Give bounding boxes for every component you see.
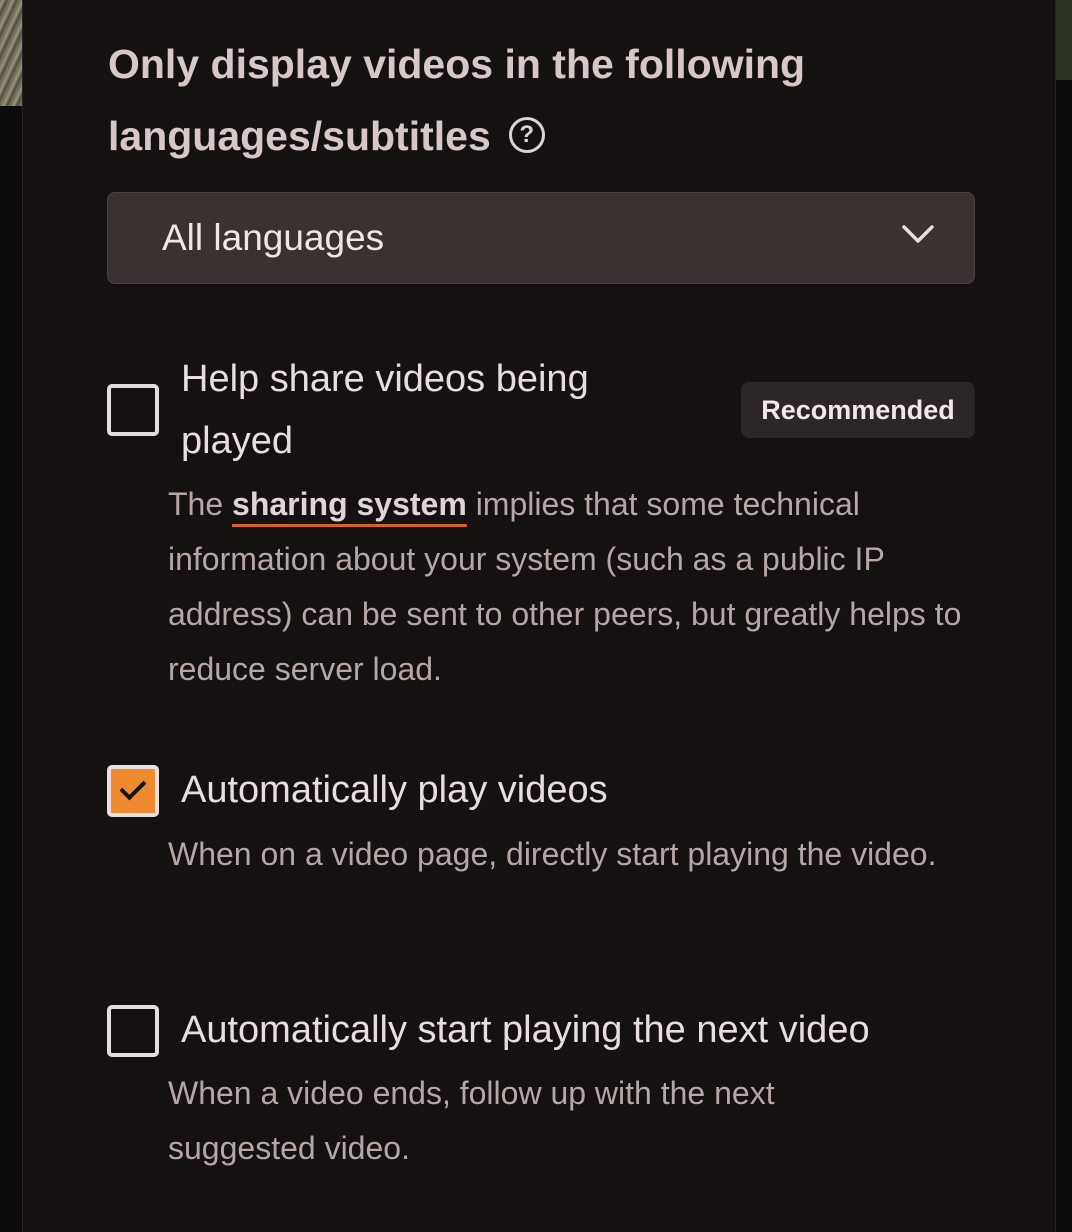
autoplay-label[interactable]: Automatically play videos (181, 759, 961, 821)
autoplay-description: When on a video page, directly start pla… (168, 836, 937, 872)
p2p-desc-before: The (168, 486, 233, 522)
page: Only display videos in the following lan… (0, 0, 1072, 1232)
autoplay-checkbox[interactable] (107, 765, 159, 817)
sharing-system-link[interactable]: sharing system (232, 486, 467, 522)
languages-heading-text: Only display videos in the following lan… (108, 41, 806, 159)
languages-select[interactable]: All languages (107, 192, 975, 284)
p2p-description: The sharing system implies that some tec… (168, 477, 988, 697)
autoplay-next-label[interactable]: Automatically start playing the next vid… (181, 999, 1001, 1061)
background-thumbnail-right (1056, 0, 1072, 80)
p2p-label[interactable]: Help share videos being played (181, 348, 641, 472)
p2p-checkbox[interactable] (107, 384, 159, 436)
background-thumbnail (0, 0, 22, 106)
chevron-down-icon (902, 225, 934, 243)
languages-heading: Only display videos in the following lan… (108, 28, 928, 172)
languages-select-value: All languages (162, 217, 385, 258)
autoplay-next-checkbox[interactable] (107, 1005, 159, 1057)
autoplay-next-description: When a video ends, follow up with the ne… (168, 1075, 775, 1166)
help-circle-icon[interactable]: ? (508, 117, 545, 154)
settings-panel: Only display videos in the following lan… (22, 0, 1056, 1232)
recommended-badge: Recommended (741, 382, 975, 438)
